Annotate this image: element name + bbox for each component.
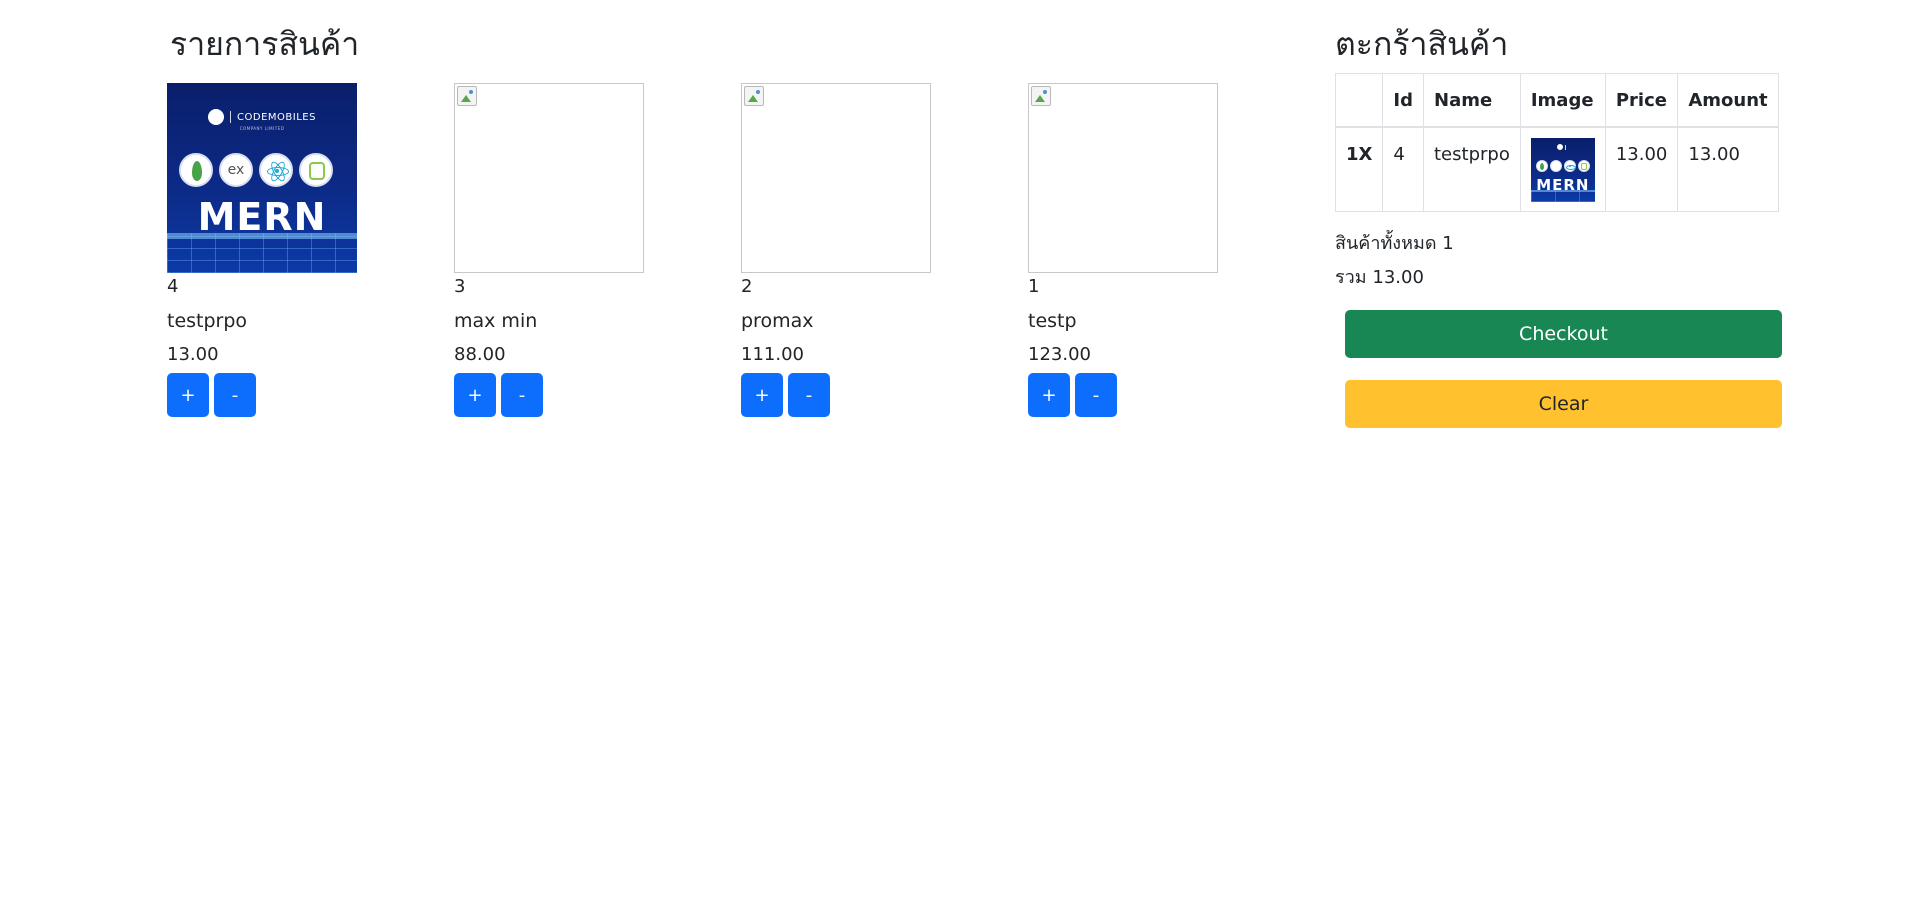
page: รายการสินค้า CODEMOBILES COMPANY LIMITED… (0, 0, 1920, 902)
column-header-name: Name (1423, 73, 1521, 128)
nodejs-icon (299, 153, 333, 187)
product-card: 1 testp 123.00 + - (1028, 83, 1218, 417)
clear-cart-button[interactable]: Clear (1345, 380, 1782, 428)
product-price: 88.00 (454, 344, 506, 365)
table-header-row: Id Name Image Price Amount (1334, 73, 1779, 128)
products-title: รายการสินค้า (170, 25, 360, 63)
codemobiles-logo: CODEMOBILES COMPANY LIMITED (167, 109, 357, 131)
product-id: 3 (454, 276, 466, 297)
express-icon (1549, 160, 1562, 172)
cart-item-image: MERN (1530, 138, 1595, 202)
cart-image-cell: MERN (1519, 126, 1606, 212)
cart-total-sum: รวม 13.00 (1335, 267, 1424, 288)
mongodb-icon (179, 153, 213, 187)
product-id: 2 (741, 276, 753, 297)
cart-title: ตะกร้าสินค้า (1335, 25, 1509, 63)
cart-price: 13.00 (1604, 126, 1679, 212)
add-to-cart-button[interactable]: + (1028, 373, 1070, 417)
broken-image-icon (1028, 83, 1218, 273)
product-card: 2 promax 111.00 + - (741, 83, 931, 417)
cart-amount: 13.00 (1677, 126, 1779, 212)
add-to-cart-button[interactable]: + (454, 373, 496, 417)
product-id: 1 (1028, 276, 1040, 297)
product-card: 3 max min 88.00 + - (454, 83, 644, 417)
column-header-qty (1334, 73, 1384, 128)
mongodb-icon (1535, 160, 1548, 172)
react-icon (259, 153, 293, 187)
broken-image-icon (741, 83, 931, 273)
nodejs-icon (1577, 160, 1590, 172)
cart-id: 4 (1382, 126, 1424, 212)
remove-from-cart-button[interactable]: - (214, 373, 256, 417)
product-price: 13.00 (167, 344, 219, 365)
cart-table: Id Name Image Price Amount 1X 4 testprpo (1334, 73, 1779, 212)
table-row: 1X 4 testprpo MERN 13.00 13.00 (1334, 126, 1779, 212)
cart-name: testprpo (1423, 126, 1521, 212)
react-icon (1563, 160, 1576, 172)
product-image: CODEMOBILES COMPANY LIMITED ex MERN (167, 83, 357, 273)
add-to-cart-button[interactable]: + (167, 373, 209, 417)
remove-from-cart-button[interactable]: - (501, 373, 543, 417)
product-card: CODEMOBILES COMPANY LIMITED ex MERN 4 te… (167, 83, 357, 417)
remove-from-cart-button[interactable]: - (788, 373, 830, 417)
add-to-cart-button[interactable]: + (741, 373, 783, 417)
broken-image-icon (454, 83, 644, 273)
column-header-id: Id (1382, 73, 1424, 128)
cart-qty: 1X (1334, 126, 1384, 212)
column-header-price: Price (1604, 73, 1679, 128)
column-header-amount: Amount (1677, 73, 1779, 128)
cart-total-count: สินค้าทั้งหมด 1 (1335, 233, 1454, 254)
product-price: 123.00 (1028, 344, 1091, 365)
product-name: promax (741, 310, 814, 332)
product-name: testprpo (167, 310, 248, 332)
remove-from-cart-button[interactable]: - (1075, 373, 1117, 417)
product-price: 111.00 (741, 344, 804, 365)
express-icon: ex (219, 153, 253, 187)
column-header-image: Image (1519, 73, 1606, 128)
product-name: testp (1028, 310, 1077, 332)
product-id: 4 (167, 276, 179, 297)
checkout-button[interactable]: Checkout (1345, 310, 1782, 358)
product-name: max min (454, 310, 538, 332)
